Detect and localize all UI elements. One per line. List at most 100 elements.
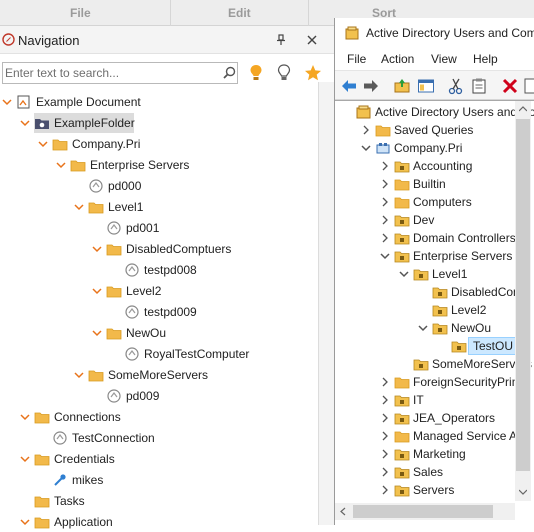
nav-tree-item[interactable]: Level1 [0, 197, 330, 217]
chevron-down-icon[interactable] [380, 251, 390, 261]
nav-tree-item[interactable]: Application [0, 512, 330, 532]
nav-tree-item[interactable]: testpd009 [0, 302, 330, 322]
chevron-down-icon[interactable] [20, 412, 30, 422]
chevron-right-icon[interactable] [380, 413, 390, 423]
nav-tree-item[interactable]: DisabledComptuers [0, 239, 330, 259]
nav-tree-item[interactable]: Credentials [0, 449, 330, 469]
cut-icon[interactable] [447, 77, 465, 95]
aduc-tree-item[interactable]: JEA_Operators [335, 409, 515, 427]
chevron-right-icon[interactable] [380, 395, 390, 405]
scroll-left-arrow-icon[interactable] [340, 507, 346, 516]
nav-tree-item[interactable]: SomeMoreServers [0, 365, 330, 385]
chevron-right-icon[interactable] [380, 215, 390, 225]
nav-tree-item[interactable]: Example Document [0, 92, 330, 112]
search-input[interactable] [5, 65, 217, 81]
chevron-down-icon[interactable] [361, 143, 371, 153]
nav-tree-item[interactable]: Level2 [0, 281, 330, 301]
pane-splitter[interactable] [318, 82, 334, 525]
chevron-right-icon[interactable] [380, 485, 390, 495]
chevron-right-icon[interactable] [380, 467, 390, 477]
ribbon-tab-file[interactable]: File [70, 6, 91, 20]
menu-view[interactable]: View [431, 52, 457, 66]
up-folder-icon[interactable] [393, 77, 411, 95]
chevron-right-icon[interactable] [380, 179, 390, 189]
lightbulb-on-icon[interactable] [249, 64, 263, 82]
pin-icon[interactable] [276, 34, 286, 46]
properties-icon[interactable] [523, 77, 534, 95]
chevron-down-icon[interactable] [399, 269, 409, 279]
nav-tree-item[interactable]: Enterprise Servers [0, 155, 330, 175]
nav-tree-item[interactable]: RoyalTestComputer [0, 344, 330, 364]
aduc-tree-item[interactable]: Builtin [335, 175, 515, 193]
chevron-right-icon[interactable] [361, 125, 371, 135]
nav-tree-item[interactable]: testpd008 [0, 260, 330, 280]
scroll-down-arrow-icon[interactable] [519, 489, 527, 495]
lightbulb-off-icon[interactable] [277, 64, 291, 82]
star-icon[interactable] [304, 64, 322, 82]
nav-tree-item[interactable]: mikes [0, 470, 330, 490]
chevron-down-icon[interactable] [74, 202, 84, 212]
clipboard-icon[interactable] [470, 77, 488, 95]
scroll-up-arrow-icon[interactable] [519, 106, 527, 112]
aduc-tree-item[interactable]: SomeMoreServers [335, 355, 532, 373]
aduc-tree-item[interactable]: Sales [335, 463, 515, 481]
aduc-tree-item[interactable]: Accounting [335, 157, 515, 175]
chevron-down-icon[interactable] [56, 160, 66, 170]
nav-tree-item[interactable]: Company.Pri [0, 134, 330, 154]
chevron-down-icon[interactable] [38, 139, 48, 149]
aduc-tree-item[interactable]: Marketing [335, 445, 515, 463]
aduc-tree-item[interactable]: ForeignSecurityPrinci [335, 373, 527, 391]
vertical-scroll-thumb[interactable] [516, 119, 530, 471]
aduc-tree-item[interactable]: Saved Queries [335, 121, 515, 139]
close-icon[interactable] [307, 35, 317, 45]
aduc-tree-item[interactable]: Level2 [335, 301, 515, 319]
aduc-tree-item[interactable]: DisabledComp [335, 283, 530, 301]
menu-file[interactable]: File [347, 52, 366, 66]
delete-icon[interactable] [501, 77, 519, 95]
nav-tree-item[interactable]: pd001 [0, 218, 330, 238]
search-icon[interactable] [223, 66, 236, 79]
nav-tree-item[interactable]: ExampleFolder [20, 113, 135, 133]
chevron-down-icon[interactable] [92, 286, 102, 296]
show-console-tree-icon[interactable] [417, 77, 435, 95]
horizontal-scrollbar[interactable] [335, 503, 515, 520]
chevron-down-icon[interactable] [92, 244, 102, 254]
nav-tree-item[interactable]: NewOu [0, 323, 330, 343]
chevron-down-icon[interactable] [20, 118, 30, 128]
aduc-tree-item[interactable]: Active Directory Users and Co [335, 103, 534, 121]
chevron-right-icon[interactable] [380, 233, 390, 243]
nav-tree-item[interactable]: Tasks [0, 491, 330, 511]
back-arrow-icon[interactable] [340, 77, 358, 95]
chevron-right-icon[interactable] [380, 377, 390, 387]
chevron-right-icon[interactable] [380, 431, 390, 441]
menu-help[interactable]: Help [473, 52, 498, 66]
aduc-tree-item[interactable]: NewOu [335, 319, 515, 337]
ribbon-tab-edit[interactable]: Edit [228, 6, 251, 20]
aduc-tree-item[interactable]: Dev [335, 211, 515, 229]
forward-arrow-icon[interactable] [362, 77, 380, 95]
chevron-right-icon[interactable] [380, 197, 390, 207]
vertical-scrollbar[interactable] [515, 101, 531, 501]
nav-tree-item[interactable]: pd009 [0, 386, 330, 406]
aduc-tree-item[interactable]: TestOU [335, 337, 519, 355]
horizontal-scroll-thumb[interactable] [353, 505, 493, 518]
nav-tree-item[interactable]: Connections [0, 407, 330, 427]
aduc-tree-item[interactable]: Domain Controllers [335, 229, 516, 247]
aduc-tree-item[interactable]: Level1 [335, 265, 515, 283]
nav-tree-item[interactable]: TestConnection [0, 428, 330, 448]
chevron-right-icon[interactable] [380, 161, 390, 171]
chevron-down-icon[interactable] [20, 454, 30, 464]
aduc-tree-item[interactable]: Computers [335, 193, 515, 211]
aduc-tree-item[interactable]: Managed Service Acc [335, 427, 529, 445]
nav-tree-item[interactable]: pd000 [0, 176, 330, 196]
chevron-down-icon[interactable] [418, 323, 428, 333]
chevron-right-icon[interactable] [380, 449, 390, 459]
chevron-down-icon[interactable] [20, 517, 30, 527]
aduc-tree-item[interactable]: Enterprise Servers [335, 247, 515, 265]
chevron-down-icon[interactable] [2, 97, 12, 107]
aduc-tree-item[interactable]: Servers [335, 481, 515, 499]
aduc-tree-item[interactable]: IT [335, 391, 515, 409]
aduc-tree-item[interactable]: Company.Pri [335, 139, 515, 157]
chevron-down-icon[interactable] [92, 328, 102, 338]
menu-action[interactable]: Action [381, 52, 414, 66]
